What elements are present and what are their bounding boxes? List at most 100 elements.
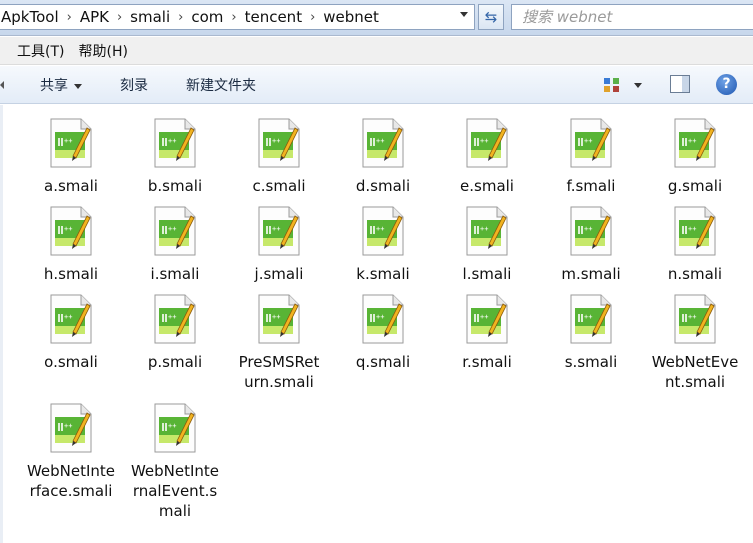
file-name-label: o.smali (44, 353, 98, 371)
notepad-plus-document-icon: ++ (153, 403, 197, 453)
preview-pane-icon[interactable] (670, 75, 690, 93)
file-name-label: s.smali (564, 353, 618, 371)
svg-text:++: ++ (64, 225, 72, 233)
svg-text:++: ++ (272, 225, 280, 233)
notepad-plus-document-icon: ++ (153, 206, 197, 256)
chevron-left-icon[interactable] (0, 81, 4, 89)
help-icon[interactable]: ? (716, 74, 737, 95)
file-item[interactable]: ++ c.smali (227, 105, 331, 196)
file-name-label: q.smali (355, 353, 411, 371)
breadcrumb-separator-icon[interactable]: › (111, 10, 128, 25)
file-item[interactable]: ++ WebNetInterface.smali (19, 390, 123, 501)
file-item[interactable]: ++ d.smali (331, 105, 435, 196)
notepad-plus-document-icon: ++ (673, 206, 717, 256)
file-item[interactable]: ++ PreSMSReturn.smali (227, 281, 331, 392)
svg-text:++: ++ (584, 313, 592, 321)
notepad-plus-document-icon: ++ (153, 294, 197, 344)
breadcrumb-item[interactable]: APK (78, 8, 111, 26)
svg-text:++: ++ (168, 313, 176, 321)
file-item[interactable]: ++ m.smali (539, 193, 643, 284)
file-name-label: r.smali (462, 353, 512, 371)
file-item[interactable]: ++ b.smali (123, 105, 227, 196)
file-item[interactable]: ++ l.smali (435, 193, 539, 284)
svg-text:++: ++ (64, 137, 72, 145)
breadcrumb-separator-icon[interactable]: › (304, 10, 321, 25)
breadcrumb-separator-icon[interactable]: › (61, 10, 78, 25)
file-name-label: PreSMSReturn.smali (238, 353, 320, 391)
file-name-label: WebNetInterface.smali (26, 462, 116, 500)
notepad-plus-document-icon: ++ (257, 118, 301, 168)
svg-text:++: ++ (168, 422, 176, 430)
notepad-plus-document-icon: ++ (49, 403, 93, 453)
share-button[interactable]: 共享 (40, 75, 82, 95)
file-item[interactable]: ++ k.smali (331, 193, 435, 284)
file-item[interactable]: ++ p.smali (123, 281, 227, 372)
breadcrumb-item[interactable]: webnet (321, 8, 381, 26)
breadcrumb-item[interactable]: tencent (243, 8, 304, 26)
svg-text:++: ++ (480, 313, 488, 321)
file-item[interactable]: ++ f.smali (539, 105, 643, 196)
command-bar: 共享 刻录 新建文件夹 ? (0, 66, 753, 104)
view-options-chevron-icon[interactable] (634, 83, 642, 88)
file-name-label: WebNetInternalEvent.smali (130, 462, 220, 520)
file-item[interactable]: ++ o.smali (19, 281, 123, 372)
notepad-plus-document-icon: ++ (569, 294, 613, 344)
file-item[interactable]: ++ g.smali (643, 105, 747, 196)
breadcrumb-item[interactable]: smali (128, 8, 172, 26)
svg-text:++: ++ (168, 225, 176, 233)
svg-text:++: ++ (480, 225, 488, 233)
svg-text:++: ++ (272, 137, 280, 145)
notepad-plus-document-icon: ++ (361, 118, 405, 168)
file-item[interactable]: ++ e.smali (435, 105, 539, 196)
change-view-icon[interactable] (603, 77, 621, 93)
refresh-icon: ⇆ (484, 8, 498, 26)
search-input[interactable] (512, 5, 753, 29)
file-item[interactable]: ++ n.smali (643, 193, 747, 284)
svg-text:++: ++ (64, 313, 72, 321)
file-item[interactable]: ++ r.smali (435, 281, 539, 372)
svg-text:++: ++ (64, 422, 72, 430)
file-item[interactable]: ++ i.smali (123, 193, 227, 284)
file-list-view: ++ a.smali ++ b.smali ++ c.smali ++ d.smali ++ e.… (0, 105, 753, 543)
svg-text:++: ++ (376, 313, 384, 321)
svg-text:++: ++ (376, 225, 384, 233)
file-item[interactable]: ++ j.smali (227, 193, 331, 284)
notepad-plus-document-icon: ++ (153, 118, 197, 168)
new-folder-button[interactable]: 新建文件夹 (186, 75, 256, 95)
notepad-plus-document-icon: ++ (673, 294, 717, 344)
file-item[interactable]: ++ q.smali (331, 281, 435, 372)
breadcrumb-item[interactable]: com (189, 8, 225, 26)
search-box[interactable] (511, 4, 753, 30)
file-item[interactable]: ++ h.smali (19, 193, 123, 284)
refresh-button[interactable]: ⇆ (478, 4, 504, 30)
svg-text:++: ++ (168, 137, 176, 145)
notepad-plus-document-icon: ++ (49, 118, 93, 168)
svg-text:++: ++ (584, 137, 592, 145)
file-item[interactable]: ++ s.smali (539, 281, 643, 372)
breadcrumb-separator-icon[interactable]: › (225, 10, 242, 25)
burn-button[interactable]: 刻录 (120, 75, 148, 95)
chevron-down-icon (74, 83, 82, 89)
notepad-plus-document-icon: ++ (361, 206, 405, 256)
menu-tools[interactable]: 工具(T) (0, 41, 71, 61)
address-bar[interactable]: ApkTool › APK › smali › com › tencent › webnet (0, 4, 475, 30)
notepad-plus-document-icon: ++ (569, 206, 613, 256)
file-name-label: p.smali (147, 353, 203, 371)
share-button-label: 共享 (40, 78, 68, 94)
notepad-plus-document-icon: ++ (569, 118, 613, 168)
notepad-plus-document-icon: ++ (465, 206, 509, 256)
file-item[interactable]: ++ WebNetInternalEvent.smali (123, 390, 227, 521)
file-item[interactable]: ++ WebNetEvent.smali (643, 281, 747, 392)
breadcrumb-separator-icon[interactable]: › (172, 10, 189, 25)
address-history-dropdown-icon[interactable] (460, 12, 468, 17)
menu-help[interactable]: 帮助(H) (71, 41, 134, 61)
file-item[interactable]: ++ a.smali (19, 105, 123, 196)
address-bar-row: ApkTool › APK › smali › com › tencent › webnet ⇆ (0, 0, 753, 36)
svg-text:++: ++ (376, 137, 384, 145)
svg-text:++: ++ (480, 137, 488, 145)
breadcrumb-item[interactable]: ApkTool (0, 8, 61, 26)
notepad-plus-document-icon: ++ (257, 206, 301, 256)
notepad-plus-document-icon: ++ (465, 294, 509, 344)
notepad-plus-document-icon: ++ (361, 294, 405, 344)
svg-text:++: ++ (688, 313, 696, 321)
